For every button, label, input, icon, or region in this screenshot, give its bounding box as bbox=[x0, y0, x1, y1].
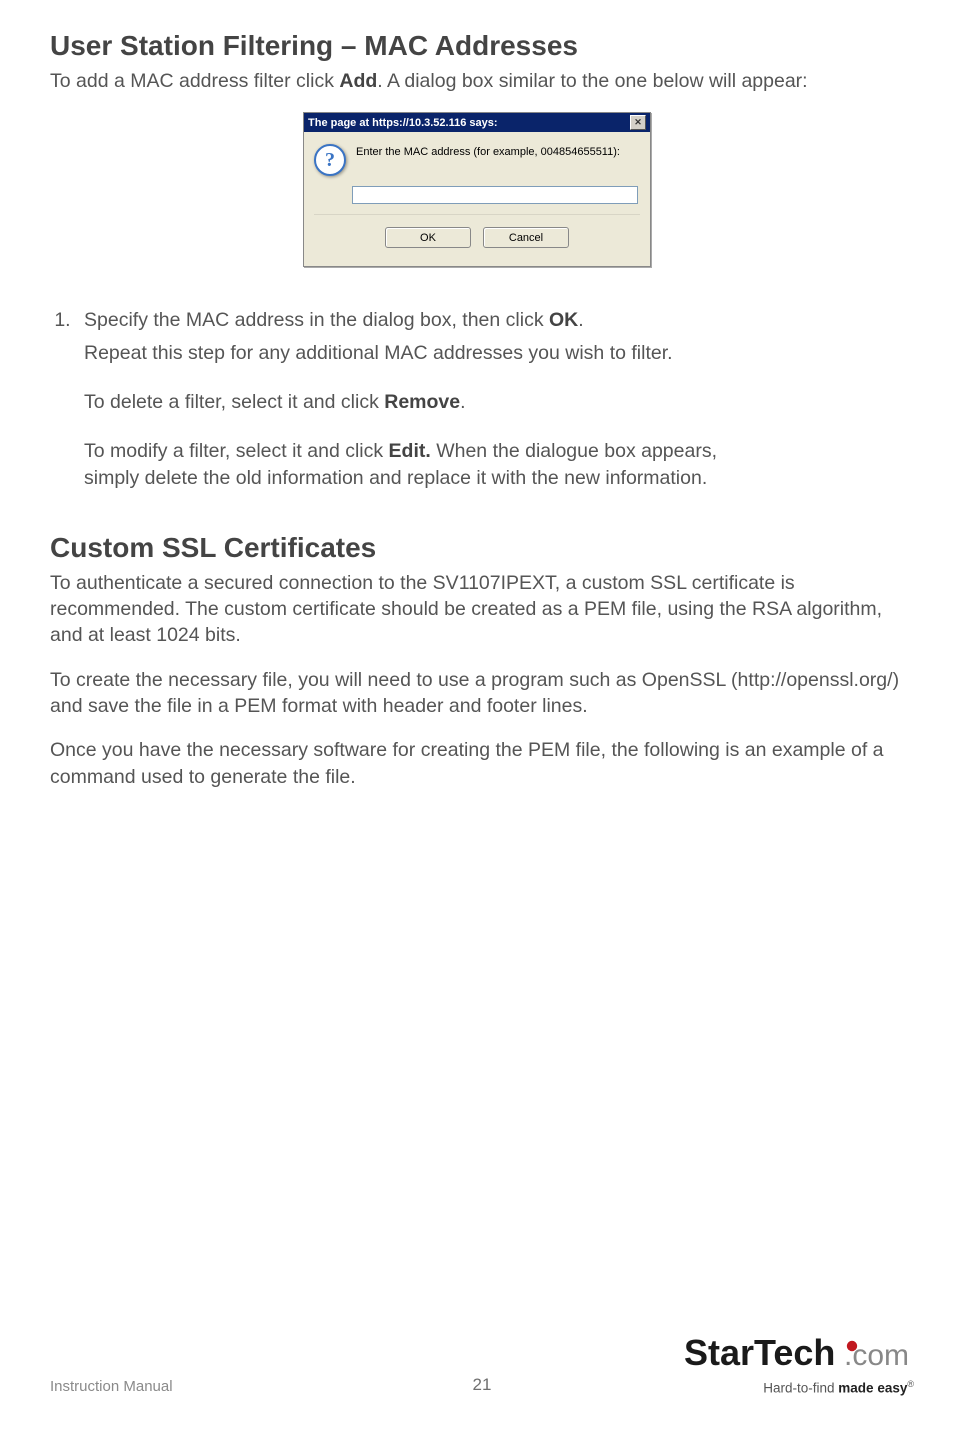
page-footer: Instruction Manual 21 StarTech .com Hard… bbox=[50, 1333, 914, 1396]
heading-user-station-filtering: User Station Filtering – MAC Addresses bbox=[50, 30, 904, 62]
delete-remove-bold: Remove bbox=[384, 391, 460, 413]
dialog-body: ? Enter the MAC address (for example, 00… bbox=[304, 132, 650, 266]
delete-post: . bbox=[460, 391, 465, 413]
mac-address-input[interactable] bbox=[352, 186, 638, 204]
dialog-title: The page at https://10.3.52.116 says: bbox=[308, 117, 498, 129]
step1-repeat: Repeat this step for any additional MAC … bbox=[84, 340, 904, 367]
svg-text:.com: .com bbox=[844, 1339, 909, 1372]
step1-pre: Specify the MAC address in the dialog bo… bbox=[84, 309, 549, 331]
ssl-p1: To authenticate a secured connection to … bbox=[50, 570, 904, 649]
cancel-button[interactable]: Cancel bbox=[483, 227, 569, 248]
steps-list: Specify the MAC address in the dialog bo… bbox=[50, 307, 904, 492]
question-icon: ? bbox=[314, 144, 346, 176]
dialog-window: The page at https://10.3.52.116 says: ✕ … bbox=[303, 112, 651, 267]
step1-post: . bbox=[578, 309, 583, 331]
delete-pre: To delete a filter, select it and click bbox=[84, 391, 384, 413]
ssl-p3: Once you have the necessary software for… bbox=[50, 737, 904, 790]
delete-filter-line: To delete a filter, select it and click … bbox=[84, 389, 904, 416]
dialog-titlebar: The page at https://10.3.52.116 says: ✕ bbox=[304, 113, 650, 132]
dialog-prompt: Enter the MAC address (for example, 0048… bbox=[356, 144, 640, 158]
startech-logo: StarTech .com bbox=[684, 1333, 914, 1375]
modify-edit-bold: Edit. bbox=[389, 440, 431, 462]
dialog-screenshot: The page at https://10.3.52.116 says: ✕ … bbox=[50, 112, 904, 267]
close-icon[interactable]: ✕ bbox=[630, 115, 646, 130]
modify-pre: To modify a filter, select it and click bbox=[84, 440, 389, 462]
step1-ok-bold: OK bbox=[549, 309, 578, 331]
intro-pre: To add a MAC address filter click bbox=[50, 70, 339, 92]
modify-filter-line: To modify a filter, select it and click … bbox=[84, 438, 724, 492]
footer-page-number: 21 bbox=[50, 1375, 914, 1395]
step-1: Specify the MAC address in the dialog bo… bbox=[76, 307, 904, 492]
intro-post: . A dialog box similar to the one below … bbox=[377, 70, 807, 92]
heading-custom-ssl: Custom SSL Certificates bbox=[50, 532, 904, 564]
svg-text:StarTech: StarTech bbox=[684, 1333, 835, 1373]
intro-paragraph: To add a MAC address filter click Add. A… bbox=[50, 68, 904, 94]
ssl-p2: To create the necessary file, you will n… bbox=[50, 667, 904, 720]
ok-button[interactable]: OK bbox=[385, 227, 471, 248]
intro-add-bold: Add bbox=[339, 70, 377, 92]
